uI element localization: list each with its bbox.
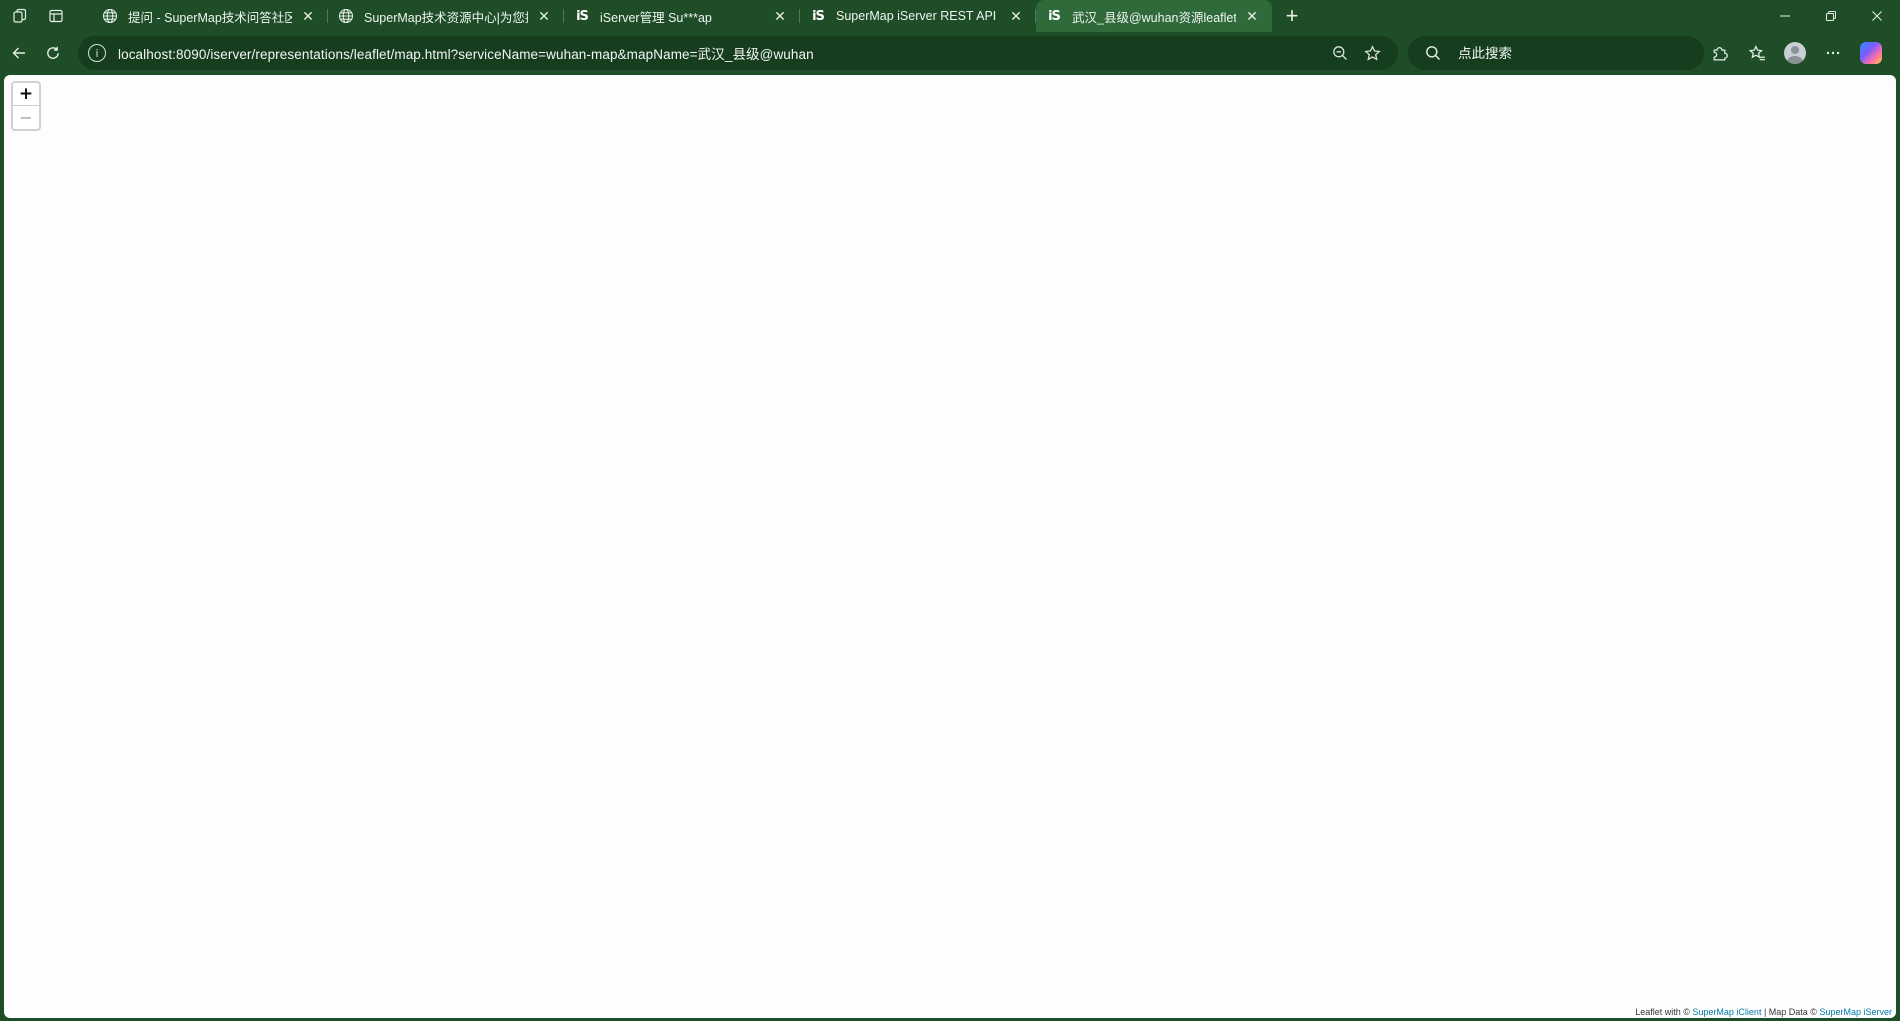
iserver-icon: iS (576, 8, 589, 24)
tab-title: SuperMap技术资源中心|为您提供 (364, 10, 528, 25)
favorites-button[interactable] (1738, 36, 1776, 70)
iserver-icon: iS (1048, 8, 1061, 24)
tab-title: SuperMap iServer REST API Su*** (836, 9, 1000, 23)
search-box[interactable] (1408, 36, 1704, 70)
tab-actions-button[interactable] (40, 0, 72, 32)
supermap-iclient-link[interactable]: SuperMap iClient (1692, 1007, 1761, 1017)
search-icon (1424, 44, 1442, 62)
workspaces-icon (13, 8, 27, 23)
tab-close-button[interactable]: ✕ (298, 6, 318, 26)
tabs: 提问 - SuperMap技术问答社区 ✕ SuperMap技术资源中心|为您提… (92, 0, 1308, 32)
tab-supermap-resources[interactable]: SuperMap技术资源中心|为您提供 ✕ (328, 0, 564, 32)
tab-wuhan-leaflet[interactable]: iS 武汉_县级@wuhan资源leaflet表述 ✕ (1036, 0, 1272, 32)
attribution-prefix: Leaflet with © (1635, 1007, 1693, 1017)
refresh-button[interactable] (36, 37, 70, 69)
star-icon (1363, 44, 1381, 61)
workspaces-button[interactable] (4, 0, 36, 32)
tab-supermap-qa[interactable]: 提问 - SuperMap技术问答社区 ✕ (92, 0, 328, 32)
extensions-icon (1713, 46, 1728, 61)
tab-close-button[interactable]: ✕ (1242, 6, 1262, 26)
close-window-button[interactable] (1854, 0, 1900, 32)
tab-iserver-rest-api[interactable]: iS SuperMap iServer REST API Su*** ✕ (800, 0, 1036, 32)
tab-title: iServer管理 Su***ap (600, 10, 712, 25)
site-info-icon[interactable]: i (88, 44, 106, 62)
zoom-button[interactable] (1324, 37, 1356, 69)
tab-close-button[interactable]: ✕ (1006, 6, 1026, 26)
zoom-control: + − (11, 81, 41, 131)
more-icon (1826, 51, 1840, 55)
globe-icon (338, 8, 354, 24)
zoom-out-icon (1333, 46, 1347, 60)
browser-toolbar: i localhost:8090/iserver/representations… (0, 36, 1900, 70)
map-attribution: Leaflet with © SuperMap iClient | Map Da… (1631, 1006, 1896, 1018)
tab-close-button[interactable]: ✕ (770, 6, 790, 26)
tab-actions-icon (49, 9, 63, 23)
copilot-button[interactable] (1852, 36, 1890, 70)
address-bar[interactable]: i localhost:8090/iserver/representations… (78, 36, 1398, 70)
address-actions (1324, 36, 1388, 70)
toolbar-right (1700, 36, 1890, 70)
favorite-button[interactable] (1356, 37, 1388, 69)
copilot-icon (1860, 42, 1882, 64)
map-viewport[interactable]: + − Leaflet with © SuperMap iClient | Ma… (4, 75, 1896, 1018)
new-tab-button[interactable]: + (1276, 0, 1308, 32)
tab-title: 武汉_县级@wuhan资源leaflet表述 (1072, 10, 1236, 25)
close-icon (1872, 11, 1882, 21)
profile-button[interactable] (1776, 36, 1814, 70)
tab-iserver-admin[interactable]: iS iServer管理 Su***ap ✕ (564, 0, 800, 32)
search-input[interactable] (1458, 45, 1688, 61)
globe-icon (102, 8, 118, 24)
minimize-icon (1780, 15, 1790, 17)
extensions-button[interactable] (1700, 36, 1738, 70)
avatar (1784, 42, 1806, 64)
iserver-icon: iS (812, 8, 825, 24)
browser-window: 提问 - SuperMap技术问答社区 ✕ SuperMap技术资源中心|为您提… (0, 0, 1900, 1021)
zoom-in-button[interactable]: + (13, 83, 39, 106)
url-text[interactable]: localhost:8090/iserver/representations/l… (118, 43, 814, 63)
attribution-middle: | Map Data © (1761, 1007, 1820, 1017)
favorites-icon (1748, 44, 1765, 60)
more-button[interactable] (1814, 36, 1852, 70)
restore-icon (1826, 11, 1836, 21)
tab-close-button[interactable]: ✕ (534, 6, 554, 26)
minimize-button[interactable] (1762, 0, 1808, 32)
back-button[interactable] (2, 37, 36, 69)
restore-button[interactable] (1808, 0, 1854, 32)
refresh-icon (47, 46, 59, 59)
tab-strip: 提问 - SuperMap技术问答社区 ✕ SuperMap技术资源中心|为您提… (0, 0, 1900, 32)
tab-title: 提问 - SuperMap技术问答社区 (128, 10, 292, 25)
arrow-left-icon (12, 47, 25, 59)
zoom-out-button[interactable]: − (13, 106, 39, 129)
window-controls (1762, 0, 1900, 32)
supermap-iserver-link[interactable]: SuperMap iServer (1819, 1007, 1892, 1017)
